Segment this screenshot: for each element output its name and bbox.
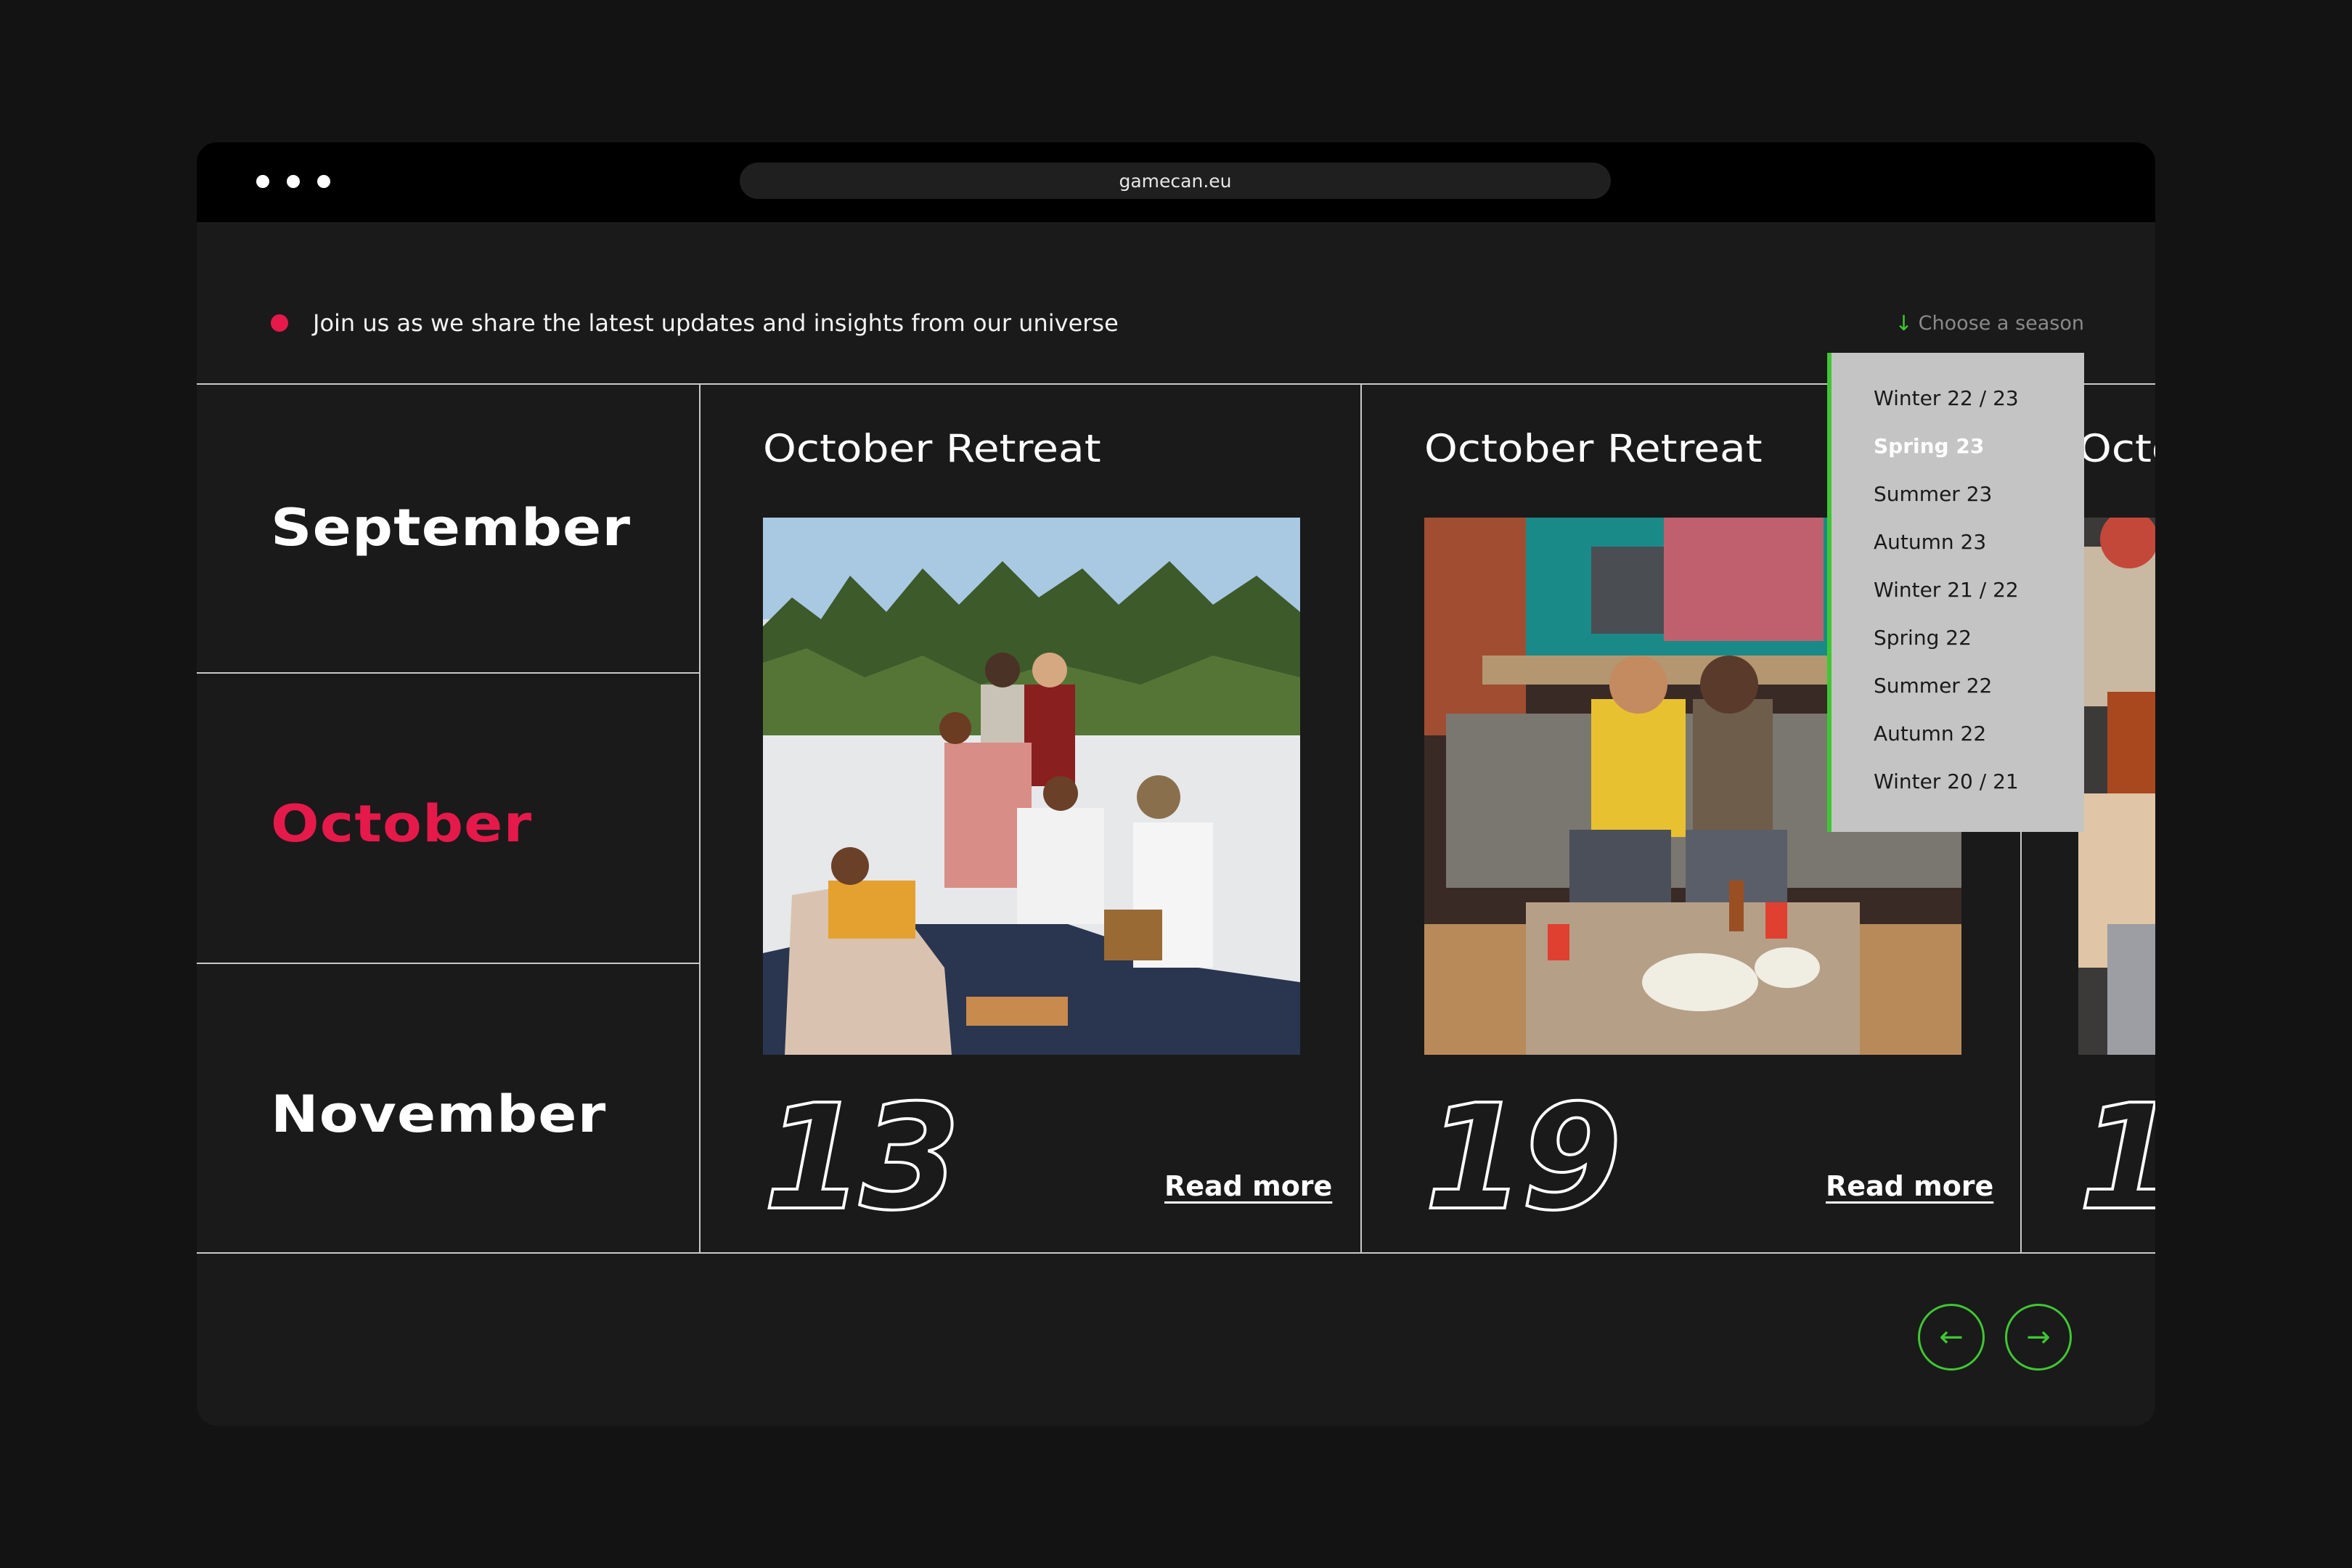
read-more-link[interactable]: Read more (1164, 1170, 1332, 1202)
status-dot-icon (271, 314, 288, 332)
read-more-link[interactable]: Read more (1826, 1170, 1993, 1202)
card-title[interactable]: Octo (2078, 427, 2155, 471)
next-button[interactable]: → (2005, 1304, 2072, 1371)
window-control-dot[interactable] (256, 175, 269, 188)
browser-titlebar: gamecan.eu (197, 142, 2155, 222)
arrow-left-icon: ← (1939, 1320, 1964, 1354)
arrow-down-icon: ↓ (1895, 311, 1913, 335)
card-photo[interactable] (2078, 518, 2155, 1055)
divider (197, 672, 701, 674)
window-control-dot[interactable] (287, 175, 300, 188)
card-photo[interactable] (763, 518, 1300, 1055)
card-day-number: 13 (761, 1074, 962, 1243)
browser-window: gamecan.eu Join us as we share the lates… (197, 142, 2155, 1426)
choose-season-button[interactable]: ↓ Choose a season (1895, 311, 2084, 335)
divider (197, 1252, 2155, 1254)
card-title[interactable]: October Retreat (763, 427, 1101, 471)
choose-season-label: Choose a season (1918, 311, 2084, 335)
season-option[interactable]: Summer 22 (1832, 662, 2084, 710)
address-bar[interactable]: gamecan.eu (740, 163, 1611, 199)
card-day-number: 1 (2077, 1085, 2155, 1233)
divider (197, 963, 701, 964)
season-option[interactable]: Winter 20 / 21 (1832, 758, 2084, 806)
season-dropdown[interactable]: Winter 22 / 23 Spring 23 Summer 23 Autum… (1827, 353, 2084, 832)
arrow-right-icon: → (2026, 1320, 2051, 1354)
season-option-selected[interactable]: Spring 23 (1832, 422, 2084, 470)
season-option[interactable]: Summer 23 (1832, 470, 2084, 518)
prev-button[interactable]: ← (1918, 1304, 1985, 1371)
season-option[interactable]: Spring 22 (1832, 614, 2084, 662)
card-title[interactable]: October Retreat (1424, 427, 1763, 471)
window-control-dot[interactable] (317, 175, 330, 188)
season-option[interactable]: Winter 22 / 23 (1832, 375, 2084, 422)
divider (1360, 383, 1362, 1253)
month-october[interactable]: October (271, 794, 532, 854)
month-november[interactable]: November (271, 1085, 606, 1144)
season-option[interactable]: Autumn 22 (1832, 710, 2084, 758)
intro-text: Join us as we share the latest updates a… (313, 309, 1119, 337)
season-option[interactable]: Winter 21 / 22 (1832, 566, 2084, 614)
card-day-number: 19 (1423, 1074, 1623, 1243)
divider (699, 383, 701, 1253)
month-september[interactable]: September (271, 498, 631, 558)
url-text: gamecan.eu (1119, 170, 1232, 192)
intro-line: Join us as we share the latest updates a… (271, 309, 1119, 337)
season-option[interactable]: Autumn 23 (1832, 518, 2084, 566)
